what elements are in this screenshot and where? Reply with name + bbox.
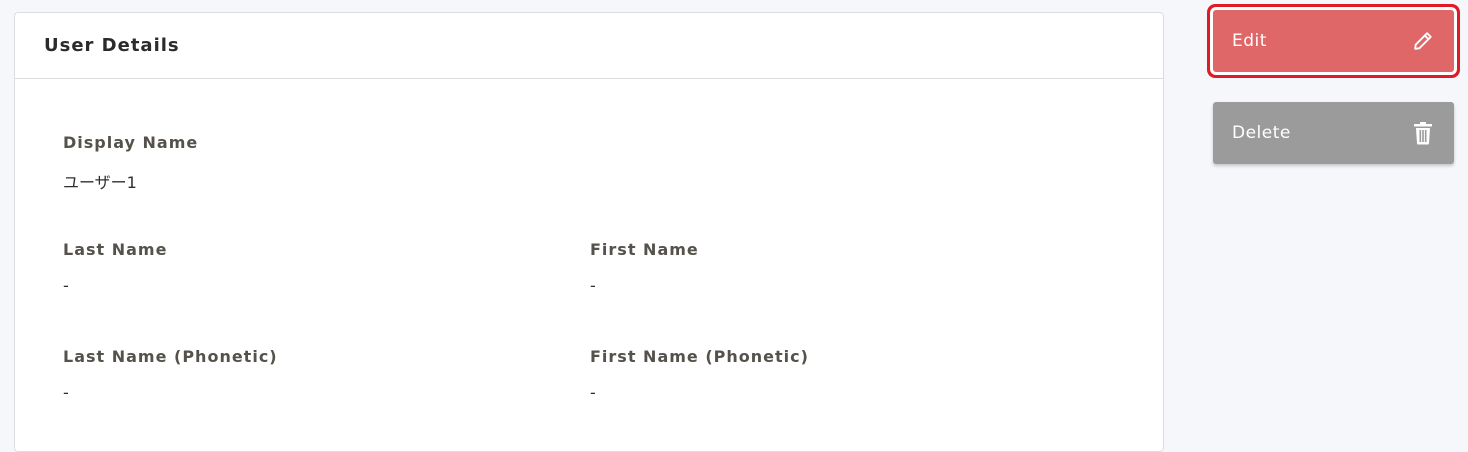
first-name-label: First Name (590, 240, 699, 259)
last-name-value: - (63, 276, 69, 295)
user-details-card: User Details Display Name ユーザー1 Last Nam… (14, 12, 1164, 452)
last-name-phonetic-value: - (63, 383, 69, 402)
card-header: User Details (15, 13, 1163, 79)
edit-button[interactable]: Edit (1213, 10, 1454, 72)
pencil-icon (1411, 29, 1435, 53)
delete-button[interactable]: Delete (1213, 102, 1454, 164)
last-name-field: Last Name - (63, 240, 167, 295)
edit-button-label: Edit (1232, 31, 1267, 51)
first-name-value: - (590, 276, 596, 295)
trash-icon (1411, 121, 1435, 145)
first-name-phonetic-field: First Name (Phonetic) - (590, 347, 809, 402)
last-name-phonetic-label: Last Name (Phonetic) (63, 347, 278, 366)
delete-button-label: Delete (1232, 123, 1291, 143)
display-name-label: Display Name (63, 133, 199, 152)
first-name-field: First Name - (590, 240, 699, 295)
first-name-phonetic-value: - (590, 383, 596, 402)
display-name-value: ユーザー1 (63, 173, 137, 192)
last-name-label: Last Name (63, 240, 168, 259)
display-name-field: Display Name ユーザー1 (63, 133, 198, 193)
last-name-phonetic-field: Last Name (Phonetic) - (63, 347, 278, 402)
first-name-phonetic-label: First Name (Phonetic) (590, 347, 809, 366)
card-title: User Details (44, 35, 180, 56)
